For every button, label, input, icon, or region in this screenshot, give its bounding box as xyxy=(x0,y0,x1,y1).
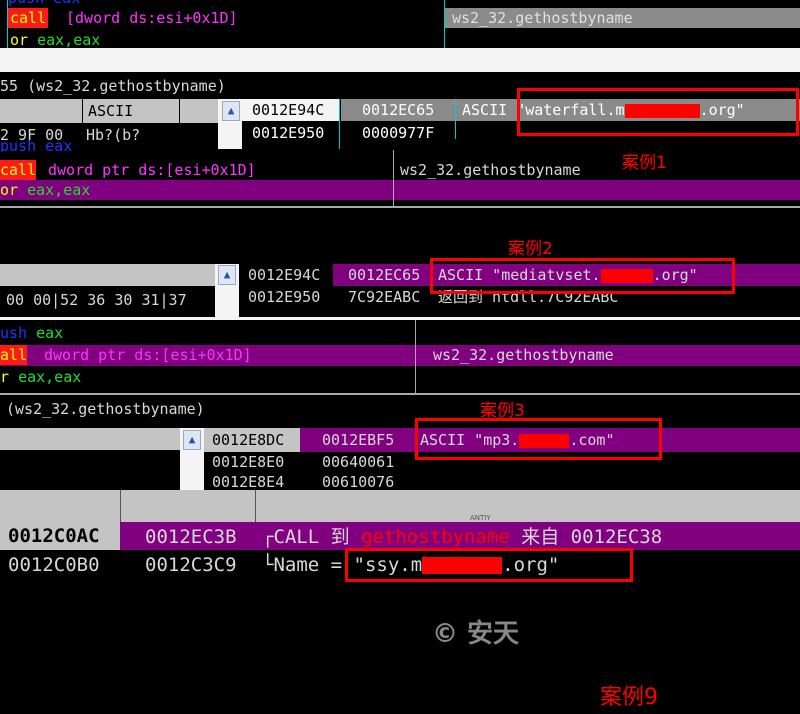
stack-address[interactable]: 0012E94C xyxy=(242,99,340,121)
stack-address[interactable]: 0012E950 xyxy=(248,287,320,307)
antiy-watermark: © 安天 xyxy=(432,619,520,649)
stack-value: 0012EBF5 xyxy=(322,431,395,449)
stack-value: 0012C3C9 xyxy=(145,554,237,576)
dump-header-ascii: ASCII xyxy=(83,99,179,123)
disasm-line-push[interactable]: push eax xyxy=(8,0,80,8)
call-comment: ws2_32.gethostbyname xyxy=(400,161,581,179)
case1-label: 案例1 xyxy=(622,153,667,173)
stack-value: 0012EC65 xyxy=(348,266,421,284)
scroll-up-button[interactable]: ▲ xyxy=(222,101,240,121)
comment-text: └Name xyxy=(262,554,331,576)
op: or xyxy=(10,31,29,49)
dump-header-extra xyxy=(180,99,218,123)
dump-header-hex xyxy=(0,99,82,123)
stack-comment: ┌CALL 到 gethostbyname 来自 0012EC38 xyxy=(262,526,662,548)
column-divider xyxy=(415,320,416,394)
call-operand[interactable]: dword ptr ds:[esi+0x1D] xyxy=(48,160,256,180)
call-comment: ws2_32.gethostbyname xyxy=(452,9,633,27)
call-mnemonic[interactable]: call xyxy=(0,160,37,180)
op: or xyxy=(0,181,19,199)
args: eax xyxy=(36,324,64,342)
stack-address[interactable]: 0012E8DC xyxy=(204,428,300,452)
stack-address[interactable]: 0012E950 xyxy=(252,123,324,143)
function-name: gethostbyname xyxy=(361,526,510,548)
call-mnemonic[interactable]: call xyxy=(8,8,49,28)
case2-label: 案例2 xyxy=(508,239,553,259)
stack-address[interactable]: 0012C0B0 xyxy=(8,554,100,576)
scroll-up-button[interactable]: ▲ xyxy=(183,430,201,450)
args: eax,eax xyxy=(27,181,91,199)
call-comment: ws2_32.gethostbyname xyxy=(433,346,614,364)
panel-divider xyxy=(0,206,800,208)
args: eax,eax xyxy=(37,31,101,49)
comment-text: 来自 0012EC38 xyxy=(509,526,663,548)
column-header-comment[interactable]: 注释 xyxy=(262,586,306,618)
call-operand[interactable]: dword ptr ds:[esi+0x1D] xyxy=(44,345,252,365)
stack-value: 00610076 xyxy=(322,473,395,491)
window-gap xyxy=(0,48,800,72)
annotation-box xyxy=(415,418,662,460)
stack-value: 00640061 xyxy=(322,453,395,471)
op: ush xyxy=(0,324,28,342)
column-divider xyxy=(7,0,8,48)
column-divider xyxy=(339,99,340,149)
annotation-box xyxy=(517,88,799,136)
comment-text: ┌CALL 到 xyxy=(262,526,362,548)
scroll-up-button[interactable]: ▲ xyxy=(218,265,236,285)
stack-address[interactable]: 0012E8E4 xyxy=(212,472,284,492)
disasm-line-or[interactable]: or eax,eax xyxy=(10,30,100,50)
case9-label: 案例9 xyxy=(600,685,658,710)
dump-header xyxy=(0,264,215,286)
stack-address[interactable]: 0012C0AC xyxy=(0,522,120,550)
disasm-line-push[interactable]: ush eax xyxy=(0,323,63,343)
stack-value: 0012EC65 xyxy=(362,101,435,119)
dump-ascii[interactable]: Hb?(b? xyxy=(86,125,140,145)
panel-divider xyxy=(0,317,800,320)
disasm-line-push[interactable]: push eax xyxy=(0,140,72,152)
column-divider xyxy=(393,150,394,208)
info-line: (ws2_32.gethostbyname) xyxy=(6,400,205,418)
info-line: 55 (ws2_32.gethostbyname) xyxy=(0,77,226,95)
stack-value: 0012EC3B xyxy=(145,526,237,548)
call-operand[interactable]: [dword ds:esi+0x1D] xyxy=(66,8,238,28)
selected-row[interactable]: or eax,eax xyxy=(0,180,800,200)
stack-address[interactable]: 0012E8E0 xyxy=(212,452,284,472)
column-divider xyxy=(444,0,445,48)
stack-value: 0000977F xyxy=(362,124,435,142)
stack-value: 7C92EABC xyxy=(348,288,421,306)
dump-row[interactable]: 00 00|52 36 30 31|37 xyxy=(6,290,187,310)
panel-divider xyxy=(0,393,800,395)
column-divider xyxy=(255,490,256,522)
annotation-box xyxy=(345,548,633,582)
args: eax,eax xyxy=(18,368,82,386)
column-divider xyxy=(455,99,456,139)
dump-header xyxy=(0,428,180,450)
disasm-line-or[interactable]: r eax,eax xyxy=(0,367,81,387)
call-mnemonic[interactable]: all xyxy=(0,345,28,365)
stack-address[interactable]: 0012E94C xyxy=(248,265,320,285)
column-divider xyxy=(120,490,121,522)
op: r xyxy=(0,368,10,386)
annotation-box xyxy=(430,258,735,294)
